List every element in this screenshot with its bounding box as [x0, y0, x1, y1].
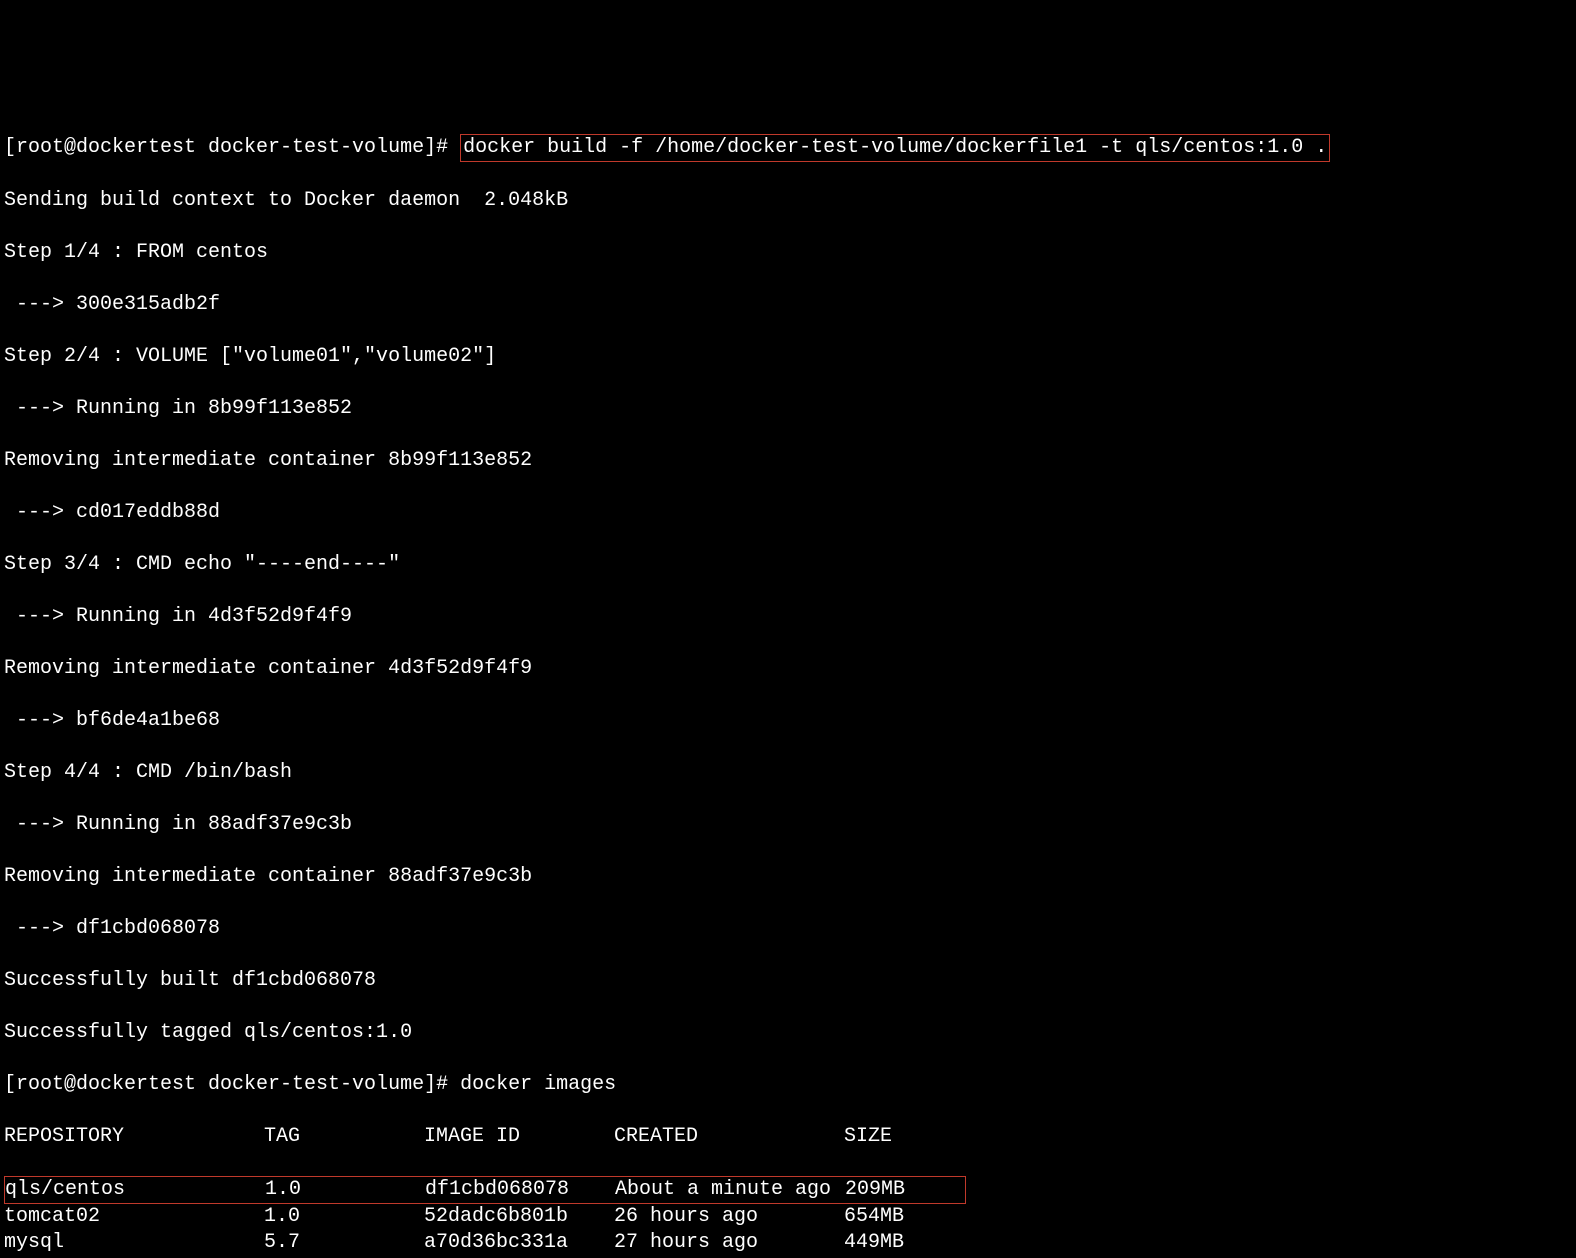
cell-image-id: a70d36bc331a [424, 1230, 614, 1256]
header-repository: REPOSITORY [4, 1124, 264, 1150]
cell-image-id: 52dadc6b801b [424, 1204, 614, 1230]
command-highlight-1: docker build -f /home/docker-test-volume… [460, 134, 1330, 162]
output-line: Step 2/4 : VOLUME ["volume01","volume02"… [4, 344, 1572, 370]
cell-size: 209MB [845, 1177, 965, 1203]
cell-size: 654MB [844, 1204, 964, 1230]
output-line: Removing intermediate container 88adf37e… [4, 864, 1572, 890]
prompt-line-1[interactable]: [root@dockertest docker-test-volume]# do… [4, 134, 1572, 162]
output-line: ---> df1cbd068078 [4, 916, 1572, 942]
cell-created: 27 hours ago [614, 1230, 844, 1256]
terminal[interactable]: [root@dockertest docker-test-volume]# do… [4, 108, 1572, 1258]
output-line: Step 3/4 : CMD echo "----end----" [4, 552, 1572, 578]
output-line: ---> Running in 88adf37e9c3b [4, 812, 1572, 838]
cell-size: 449MB [844, 1230, 964, 1256]
prompt-line-2[interactable]: [root@dockertest docker-test-volume]# do… [4, 1072, 1572, 1098]
cell-repository: redis [4, 1256, 264, 1258]
output-line: ---> Running in 8b99f113e852 [4, 396, 1572, 422]
cell-repository: mysql [4, 1230, 264, 1256]
output-line: Successfully tagged qls/centos:1.0 [4, 1020, 1572, 1046]
table-body: qls/centos1.0df1cbd068078About a minute … [4, 1176, 1572, 1258]
table-row: mysql5.7a70d36bc331a27 hours ago449MB [4, 1230, 1572, 1256]
table-row: tomcat021.052dadc6b801b26 hours ago654MB [4, 1204, 1572, 1230]
cell-image-id: 621ceef7494a [424, 1256, 614, 1258]
cell-tag: latest [264, 1256, 424, 1258]
output-line: ---> 300e315adb2f [4, 292, 1572, 318]
images-command: docker images [460, 1073, 616, 1096]
shell-prompt: [root@dockertest docker-test-volume]# [4, 136, 460, 159]
build-command: docker build -f /home/docker-test-volume… [463, 136, 1327, 159]
output-line: ---> bf6de4a1be68 [4, 708, 1572, 734]
table-row: redislatest621ceef7494a6 days ago104MB [4, 1256, 1572, 1258]
cell-tag: 1.0 [264, 1204, 424, 1230]
header-size: SIZE [844, 1124, 964, 1150]
table-header: REPOSITORYTAGIMAGE IDCREATEDSIZE [4, 1124, 1572, 1150]
cell-created: 26 hours ago [614, 1204, 844, 1230]
cell-tag: 1.0 [265, 1177, 425, 1203]
cell-created: About a minute ago [615, 1177, 845, 1203]
output-line: Step 4/4 : CMD /bin/bash [4, 760, 1572, 786]
cell-created: 6 days ago [614, 1256, 844, 1258]
cell-image-id: df1cbd068078 [425, 1177, 615, 1203]
table-row: qls/centos1.0df1cbd068078About a minute … [4, 1176, 966, 1204]
cell-repository: tomcat02 [4, 1204, 264, 1230]
output-line: ---> Running in 4d3f52d9f4f9 [4, 604, 1572, 630]
header-created: CREATED [614, 1124, 844, 1150]
output-line: ---> cd017eddb88d [4, 500, 1572, 526]
cell-repository: qls/centos [5, 1177, 265, 1203]
cell-size: 104MB [844, 1256, 964, 1258]
output-line: Removing intermediate container 8b99f113… [4, 448, 1572, 474]
header-tag: TAG [264, 1124, 424, 1150]
output-line: Sending build context to Docker daemon 2… [4, 188, 1572, 214]
output-line: Removing intermediate container 4d3f52d9… [4, 656, 1572, 682]
output-line: Step 1/4 : FROM centos [4, 240, 1572, 266]
cell-tag: 5.7 [264, 1230, 424, 1256]
shell-prompt: [root@dockertest docker-test-volume]# [4, 1073, 460, 1096]
output-line: Successfully built df1cbd068078 [4, 968, 1572, 994]
header-image-id: IMAGE ID [424, 1124, 614, 1150]
